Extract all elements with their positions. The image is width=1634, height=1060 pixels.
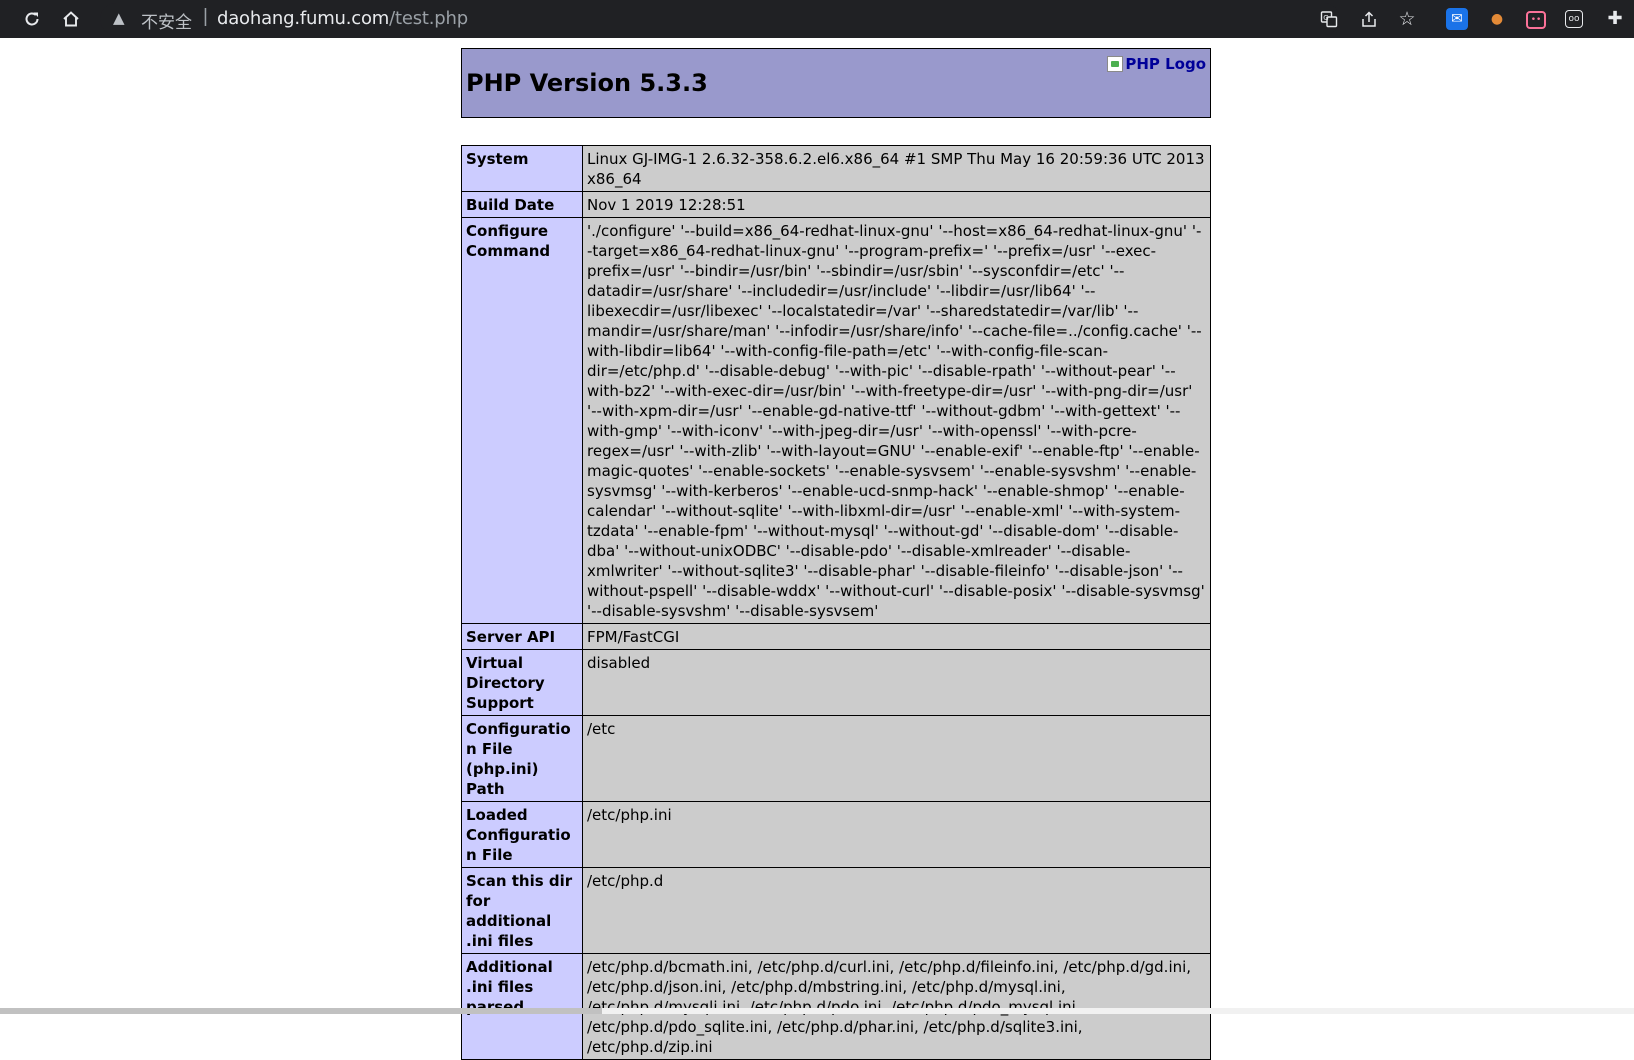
row-value: /etc/php.ini	[582, 801, 1211, 868]
address-bar[interactable]: ▲ 不安全 | daohang.fumu.com/test.php	[100, 3, 1340, 35]
translate-icon-glyph: G	[1320, 11, 1338, 28]
phpinfo-header: PHP Version 5.3.3 PHP Logo	[461, 48, 1211, 118]
table-row: Server API FPM/FastCGI	[461, 623, 1211, 650]
broken-image-icon	[1107, 56, 1124, 72]
table-row: System Linux GJ-IMG-1 2.6.32-358.6.2.el6.…	[461, 145, 1211, 192]
row-label: Configure Command	[461, 217, 583, 624]
scrollbar-thumb[interactable]	[0, 1008, 602, 1014]
php-logo-link[interactable]: PHP Logo	[1107, 55, 1206, 73]
extension-glasses-icon[interactable]: oo	[1565, 10, 1583, 28]
info-table: System Linux GJ-IMG-1 2.6.32-358.6.2.el6.…	[461, 145, 1211, 1060]
row-value: /etc/php.d/bcmath.ini, /etc/php.d/curl.i…	[582, 953, 1211, 1060]
bookmark-star-icon[interactable]: ☆	[1393, 5, 1421, 33]
row-label: Scan this dir for additional .ini files	[461, 867, 583, 954]
row-value: FPM/FastCGI	[582, 623, 1211, 650]
row-value: /etc	[582, 715, 1211, 802]
row-label: Configuration File (php.ini) Path	[461, 715, 583, 802]
row-label: System	[461, 145, 583, 192]
row-label: Additional .ini files parsed	[461, 953, 583, 1060]
table-row: Loaded Configuration File/etc/php.ini	[461, 801, 1211, 868]
reload-icon[interactable]	[18, 5, 46, 33]
puzzle-extensions-icon[interactable]: ✚	[1604, 8, 1626, 30]
table-row: Additional .ini files parsed/etc/php.d/b…	[461, 953, 1211, 1060]
row-value: './configure' '--build=x86_64-redhat-lin…	[582, 217, 1211, 624]
row-label: Virtual Directory Support	[461, 649, 583, 716]
row-value: Nov 1 2019 12:28:51	[582, 191, 1211, 218]
horizontal-scrollbar[interactable]	[0, 1008, 1634, 1014]
translate-icon[interactable]: G	[1315, 5, 1343, 33]
security-status[interactable]: 不安全	[141, 8, 192, 33]
row-value: Linux GJ-IMG-1 2.6.32-358.6.2.el6.x86_64…	[582, 145, 1211, 192]
table-row: Build Date Nov 1 2019 12:28:51	[461, 191, 1211, 218]
home-icon-glyph	[63, 11, 79, 27]
url-text[interactable]: daohang.fumu.com/test.php	[217, 8, 468, 29]
row-label: Server API	[461, 623, 583, 650]
extension-bilibili-icon[interactable]: ••	[1526, 11, 1546, 29]
warning-icon[interactable]: ▲	[113, 9, 125, 27]
reload-icon-glyph	[25, 12, 39, 26]
page-title: PHP Version 5.3.3	[466, 69, 708, 97]
omnibox-separator: |	[203, 6, 208, 27]
share-icon[interactable]	[1355, 5, 1383, 33]
browser-toolbar: ▲ 不安全 | daohang.fumu.com/test.php G ☆ ✉ …	[0, 0, 1634, 38]
extension-monkey-icon[interactable]: ●	[1486, 8, 1508, 30]
phpinfo-page: PHP Version 5.3.3 PHP Logo System Linux G…	[461, 48, 1211, 1060]
svg-text:G: G	[1323, 14, 1328, 22]
table-row: Virtual Directory Support disabled	[461, 649, 1211, 716]
php-logo-alt: PHP Logo	[1125, 55, 1206, 73]
row-label: Build Date	[461, 191, 583, 218]
table-row: Scan this dir for additional .ini files /…	[461, 867, 1211, 954]
url-path: /test.php	[389, 8, 468, 29]
home-icon[interactable]	[57, 5, 85, 33]
url-host: daohang.fumu.com	[217, 8, 390, 29]
extension-blue-icon[interactable]: ✉	[1446, 8, 1468, 30]
row-label: Loaded Configuration File	[461, 801, 583, 868]
row-value: /etc/php.d	[582, 867, 1211, 954]
share-icon-glyph	[1362, 11, 1376, 27]
table-row: Configuration File (php.ini) Path/etc	[461, 715, 1211, 802]
table-row: Configure Command './configure' '--build=…	[461, 217, 1211, 624]
row-value: disabled	[582, 649, 1211, 716]
